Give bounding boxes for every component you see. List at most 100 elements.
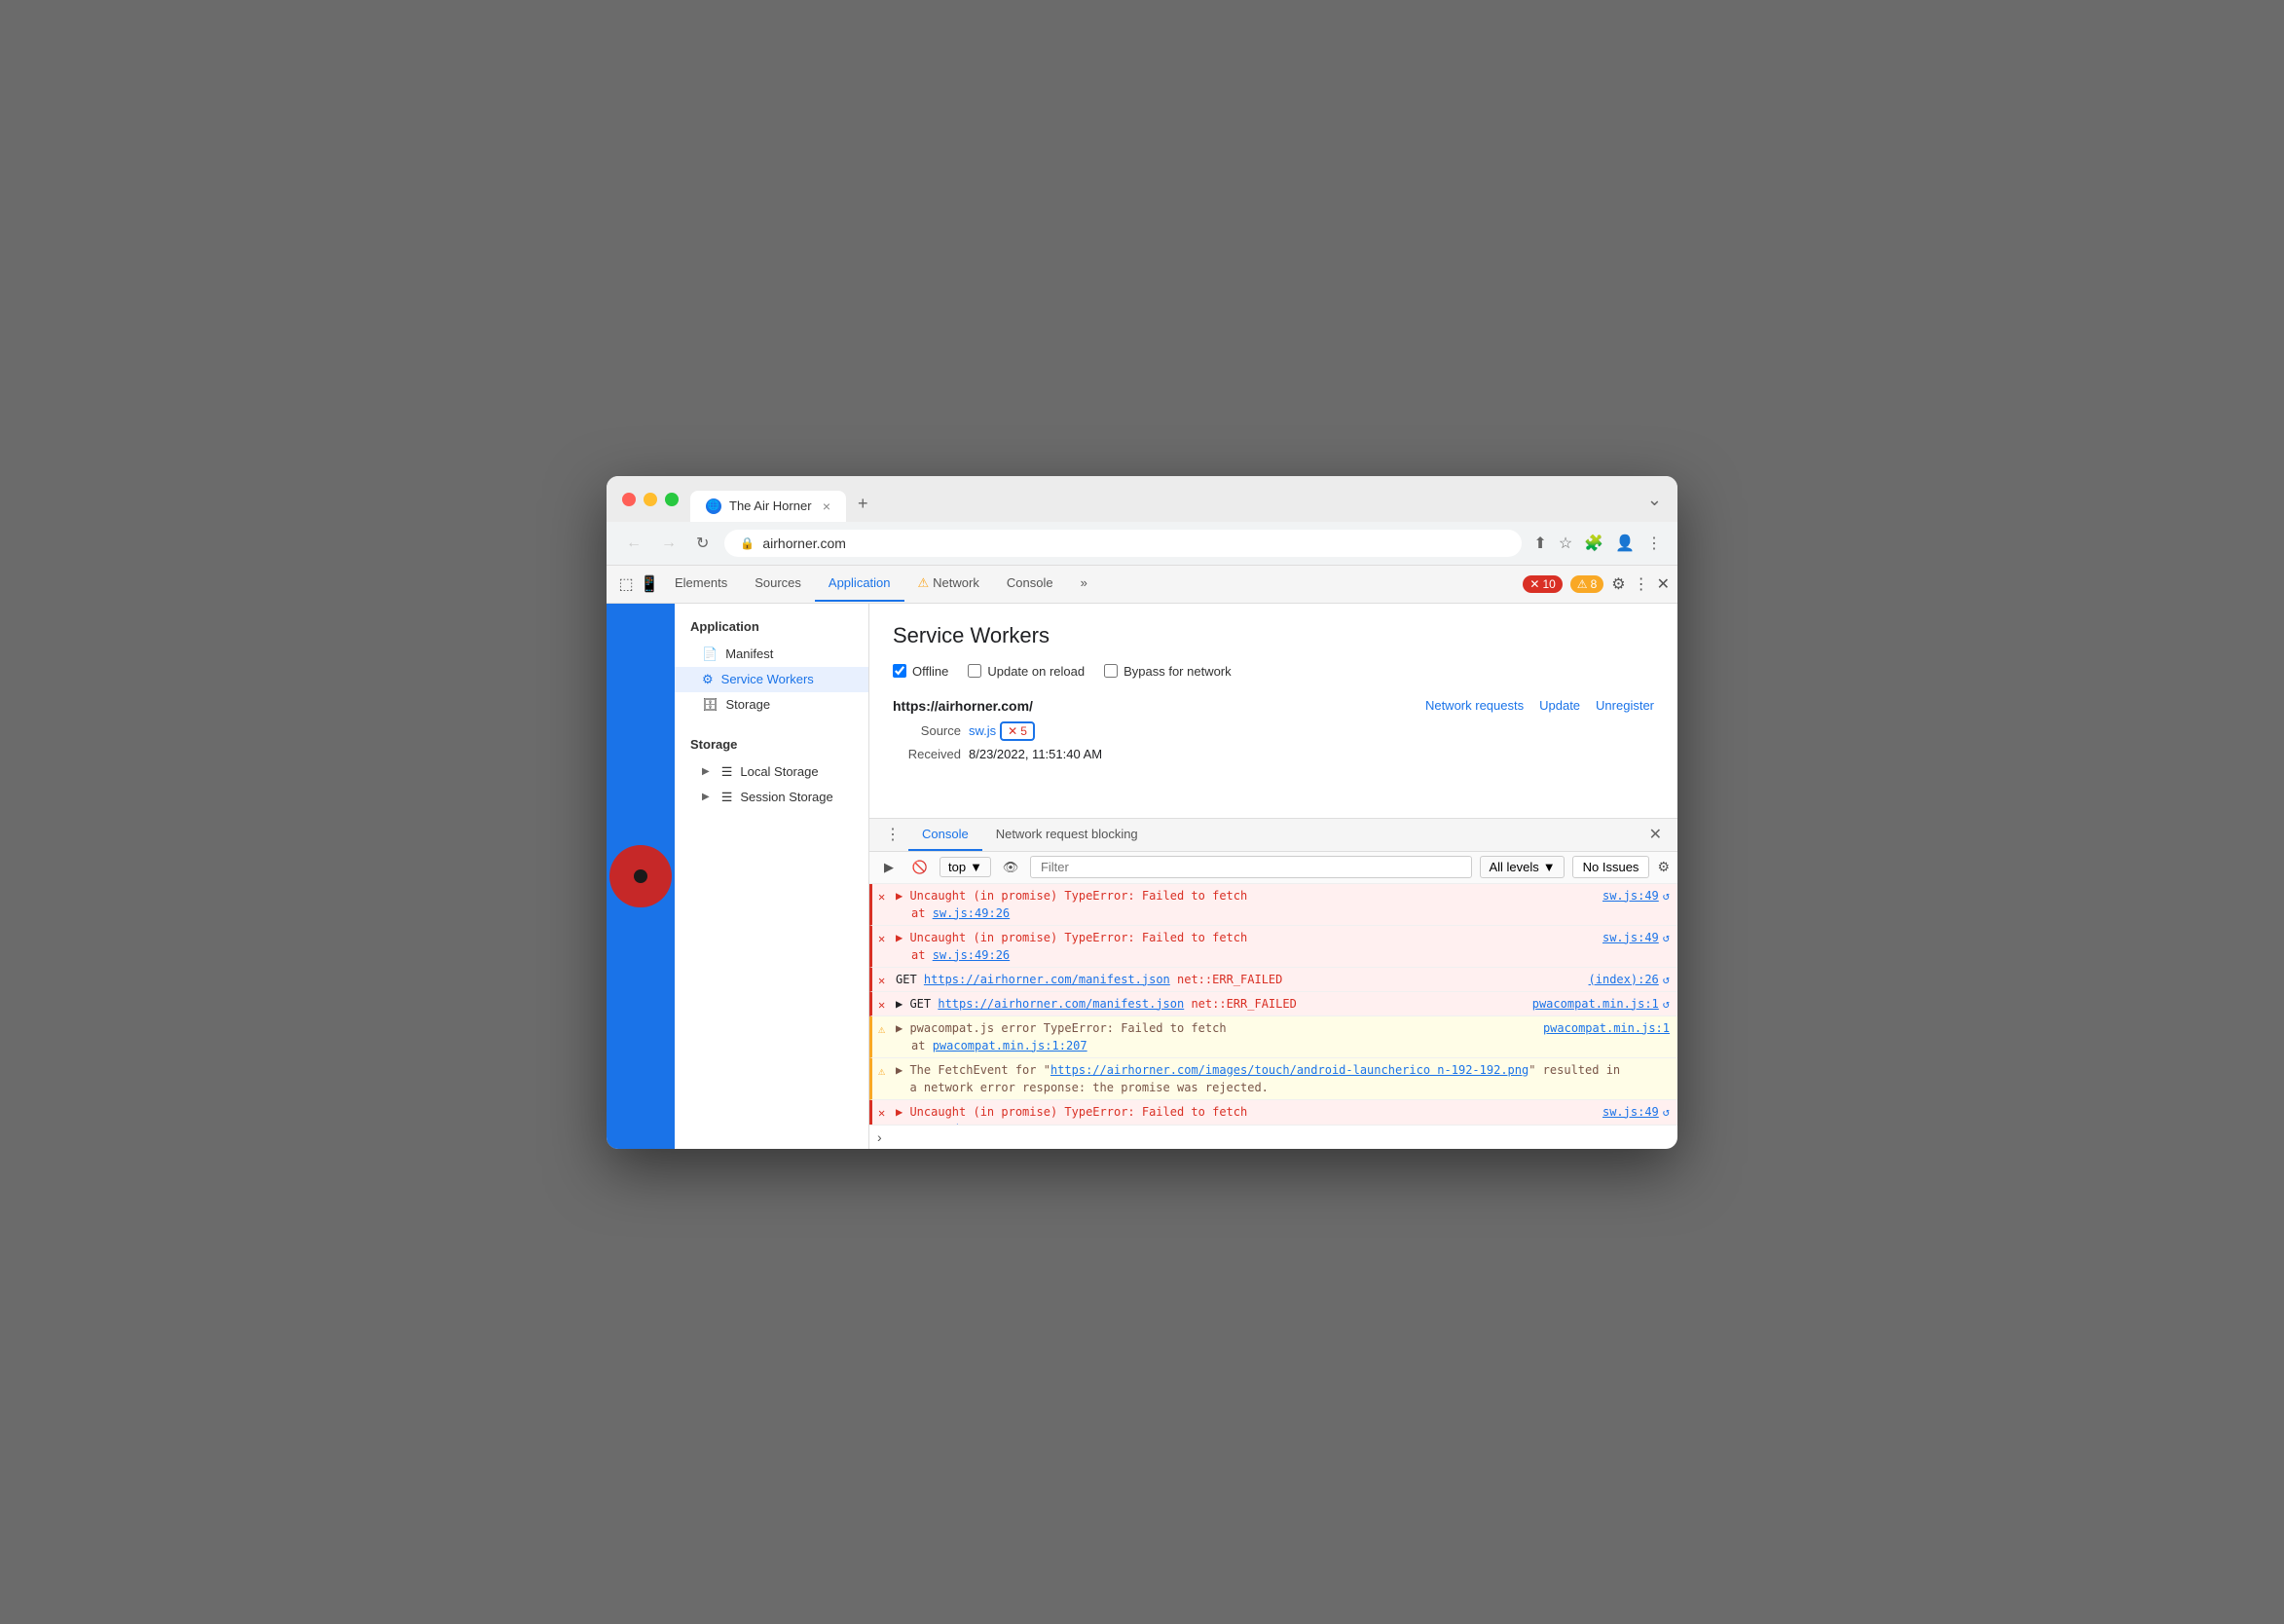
- log-url-3[interactable]: https://airhorner.com/manifest.json: [938, 997, 1184, 1011]
- bookmark-icon[interactable]: ☆: [1559, 534, 1572, 553]
- console-tab-network-blocking[interactable]: Network request blocking: [982, 819, 1152, 851]
- profile-icon[interactable]: 👤: [1615, 534, 1635, 553]
- clear-console-button[interactable]: 🚫: [908, 856, 932, 879]
- log-reload-2[interactable]: ↺: [1663, 971, 1670, 988]
- log-url-2[interactable]: https://airhorner.com/manifest.json: [924, 973, 1170, 986]
- record-button[interactable]: [609, 845, 672, 907]
- manifest-icon: 📄: [702, 646, 718, 662]
- local-storage-arrow: ▶: [702, 766, 710, 777]
- error-count-badge-source[interactable]: ✕ 5: [1000, 721, 1035, 741]
- update-link[interactable]: Update: [1539, 698, 1580, 713]
- sidebar-item-storage[interactable]: 🗄 Storage: [675, 692, 868, 718]
- bypass-option[interactable]: Bypass for network: [1104, 664, 1232, 679]
- devtools-settings-icon[interactable]: ⚙: [1611, 574, 1625, 594]
- unregister-link[interactable]: Unregister: [1596, 698, 1654, 713]
- devtools-inspect-icon[interactable]: ⬚: [614, 572, 638, 596]
- console-tab-console[interactable]: Console: [908, 819, 982, 851]
- reload-button[interactable]: ↻: [692, 530, 713, 557]
- url-text: airhorner.com: [762, 535, 846, 551]
- warn-icon-5: ⚠: [878, 1062, 885, 1080]
- log-reload-3[interactable]: ↺: [1663, 995, 1670, 1013]
- update-on-reload-checkbox[interactable]: [968, 664, 981, 678]
- console-panel: ⋮ Console Network request blocking ✕ ▶ 🚫…: [869, 818, 1677, 1149]
- console-input[interactable]: [890, 1129, 1670, 1144]
- error-icon-3: ✕: [878, 996, 885, 1014]
- log-text-5: ▶ The FetchEvent for "https://airhorner.…: [896, 1063, 1620, 1094]
- console-filter-input[interactable]: [1030, 856, 1473, 878]
- tab-close-button[interactable]: ×: [823, 498, 830, 514]
- sidebar-application-heading: Application: [675, 611, 868, 642]
- no-issues-button[interactable]: No Issues: [1572, 856, 1650, 878]
- share-icon[interactable]: ⬆: [1533, 534, 1546, 553]
- error-count-badge[interactable]: ✕ 10: [1523, 575, 1562, 593]
- sw-url: https://airhorner.com/: [893, 698, 1033, 714]
- address-input-box[interactable]: 🔒 airhorner.com: [724, 530, 1522, 557]
- log-reload-1[interactable]: ↺: [1663, 929, 1670, 946]
- offline-option[interactable]: Offline: [893, 664, 948, 679]
- update-on-reload-option[interactable]: Update on reload: [968, 664, 1085, 679]
- window-dropdown-button[interactable]: ⌄: [1647, 490, 1662, 510]
- log-content-5: ▶ The FetchEvent for "https://airhorner.…: [896, 1061, 1670, 1096]
- sidebar-item-manifest[interactable]: 📄 Manifest: [675, 642, 868, 667]
- log-link-0[interactable]: sw.js:49:26: [933, 906, 1010, 920]
- console-toolbar: ▶ 🚫 top ▼ 👁 All levels ▼ No Issues: [869, 852, 1677, 884]
- log-source-6[interactable]: sw.js:49: [1587, 1103, 1659, 1121]
- fetch-url-5[interactable]: https://airhorner.com/images/touch/andro…: [1050, 1063, 1529, 1077]
- log-reload-6[interactable]: ↺: [1663, 1103, 1670, 1121]
- sidebar-storage-heading: Storage: [675, 729, 868, 759]
- error-count-value: 5: [1020, 724, 1027, 738]
- main-panel: Service Workers Offline Update on reload: [869, 604, 1677, 1149]
- network-requests-link[interactable]: Network requests: [1425, 698, 1524, 713]
- sidebar-item-local-storage[interactable]: ▶ ☰ Local Storage: [675, 759, 868, 785]
- log-source-0[interactable]: sw.js:49: [1587, 887, 1659, 904]
- bypass-checkbox[interactable]: [1104, 664, 1118, 678]
- menu-icon[interactable]: ⋮: [1646, 534, 1662, 553]
- levels-dropdown[interactable]: All levels ▼: [1480, 856, 1564, 878]
- log-source-3[interactable]: pwacompat.min.js:1: [1517, 995, 1659, 1013]
- eye-icon-button[interactable]: 👁: [999, 856, 1022, 879]
- sidebar-item-service-workers[interactable]: ⚙ Service Workers: [675, 667, 868, 692]
- log-get-3: ▶ GET: [896, 997, 938, 1011]
- log-source-1[interactable]: sw.js:49: [1587, 929, 1659, 946]
- traffic-light-yellow[interactable]: [644, 493, 657, 506]
- log-link-6[interactable]: sw.js:49:26: [933, 1123, 1010, 1125]
- levels-arrow: ▼: [1543, 860, 1556, 874]
- log-source-2[interactable]: (index):26: [1573, 971, 1659, 988]
- warning-count-badge[interactable]: ⚠ 8: [1570, 575, 1603, 593]
- sidebar-storage-label: Storage: [726, 697, 771, 712]
- context-selector[interactable]: top ▼: [939, 857, 991, 877]
- console-close-button[interactable]: ✕: [1641, 819, 1670, 850]
- tab-sources[interactable]: Sources: [741, 566, 815, 602]
- devtools-close-icon[interactable]: ✕: [1657, 574, 1670, 594]
- tab-application[interactable]: Application: [815, 566, 904, 602]
- log-link-4[interactable]: pwacompat.min.js:1:207: [933, 1039, 1087, 1052]
- traffic-light-green[interactable]: [665, 493, 679, 506]
- storage-icon: 🗄: [702, 697, 718, 713]
- tab-elements[interactable]: Elements: [661, 566, 741, 602]
- traffic-light-red[interactable]: [622, 493, 636, 506]
- log-source-4[interactable]: pwacompat.min.js:1: [1528, 1019, 1670, 1037]
- devtools-mobile-icon[interactable]: 📱: [638, 572, 661, 596]
- console-settings-icon[interactable]: ⚙: [1657, 859, 1670, 875]
- extension-icon[interactable]: 🧩: [1584, 534, 1603, 553]
- offline-checkbox[interactable]: [893, 664, 906, 678]
- tab-network[interactable]: ⚠ Network: [904, 566, 993, 603]
- new-tab-button[interactable]: +: [846, 486, 880, 522]
- tab-more[interactable]: »: [1067, 566, 1101, 602]
- log-text-0: ▶ Uncaught (in promise) TypeError: Faile…: [896, 889, 1247, 903]
- log-reload-0[interactable]: ↺: [1663, 887, 1670, 904]
- execute-button[interactable]: ▶: [877, 856, 901, 879]
- sw-url-row: https://airhorner.com/ Network requests …: [893, 698, 1654, 714]
- sidebar-item-session-storage[interactable]: ▶ ☰ Session Storage: [675, 785, 868, 810]
- back-button[interactable]: ←: [622, 531, 645, 556]
- error-x-icon: ✕: [1008, 724, 1017, 738]
- console-menu-button[interactable]: ⋮: [877, 819, 908, 850]
- devtools-tabs: ⬚ 📱 Elements Sources Application ⚠ Netwo…: [607, 566, 1677, 604]
- forward-button[interactable]: →: [657, 531, 681, 556]
- sw-source-file-link[interactable]: sw.js: [969, 723, 996, 738]
- browser-tab[interactable]: 🌐 The Air Horner ×: [690, 491, 846, 522]
- log-link-1[interactable]: sw.js:49:26: [933, 948, 1010, 962]
- tab-console[interactable]: Console: [993, 566, 1067, 602]
- console-tabs-bar: ⋮ Console Network request blocking ✕: [869, 819, 1677, 852]
- devtools-more-icon[interactable]: ⋮: [1634, 574, 1649, 594]
